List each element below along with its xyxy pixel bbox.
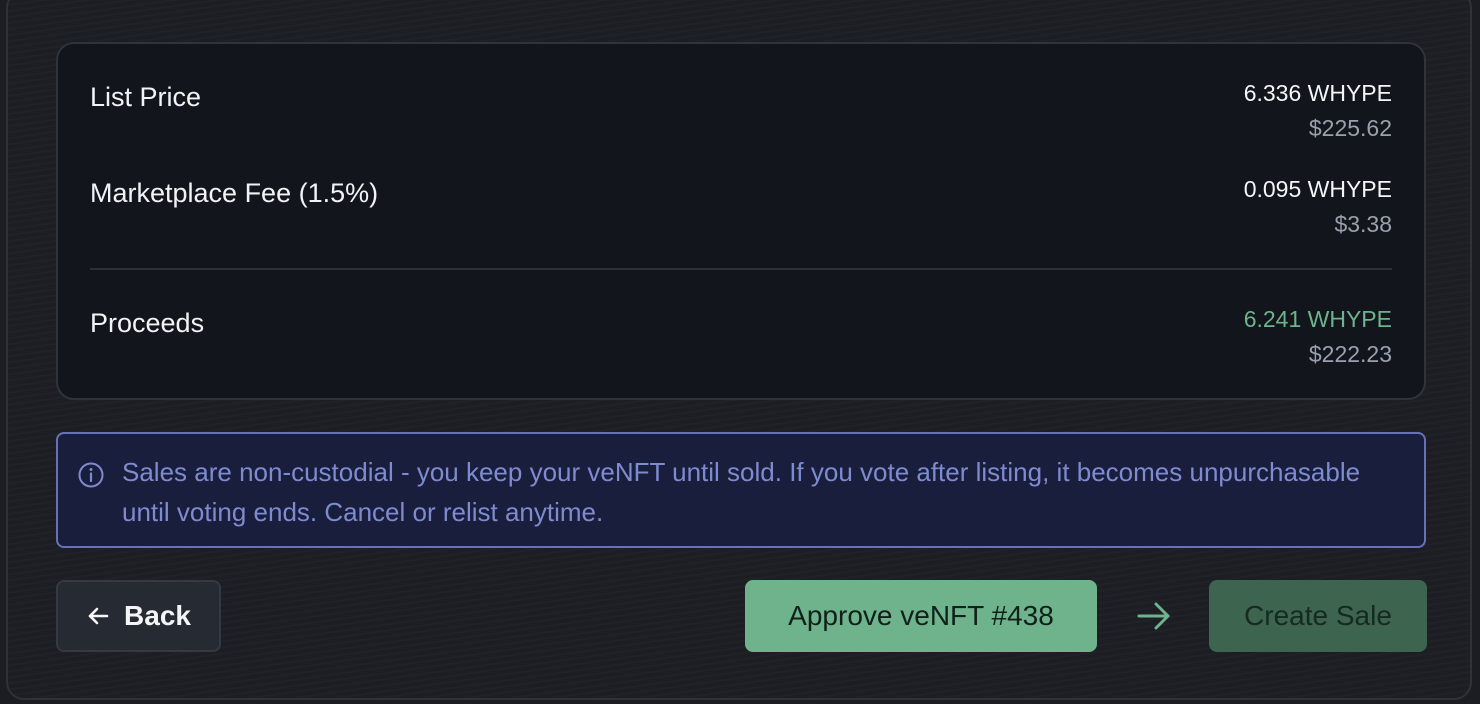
- info-notice: Sales are non-custodial - you keep your …: [56, 432, 1426, 548]
- proceeds-usd: $222.23: [1308, 341, 1392, 367]
- arrow-right-icon: [1137, 602, 1170, 630]
- proceeds-row: Proceeds 6.241 WHYPE $222.23: [90, 306, 1392, 388]
- proceeds-amount: 6.241 WHYPE: [1243, 306, 1392, 332]
- list-price-usd: $225.62: [1308, 115, 1392, 141]
- marketplace-fee-values: 0.095 WHYPE $3.38: [1244, 172, 1392, 242]
- list-price-amount: 6.336 WHYPE: [1243, 80, 1392, 106]
- marketplace-fee-amount: 0.095 WHYPE: [1243, 176, 1392, 202]
- arrow-left-icon: [88, 607, 109, 625]
- proceeds-label: Proceeds: [90, 308, 205, 338]
- info-notice-text: Sales are non-custodial - you keep your …: [122, 457, 1361, 527]
- create-sale-button[interactable]: Create Sale: [1209, 580, 1427, 652]
- list-price-row: List Price 6.336 WHYPE $225.62: [90, 80, 1392, 162]
- list-price-label: List Price: [90, 82, 202, 112]
- marketplace-fee-label: Marketplace Fee (1.5%): [90, 178, 379, 208]
- marketplace-fee-row: Marketplace Fee (1.5%) 0.095 WHYPE $3.38: [90, 176, 1392, 258]
- approve-button-label: Approve veNFT #438: [788, 600, 1054, 631]
- back-button[interactable]: Back: [56, 580, 221, 652]
- list-price-values: 6.336 WHYPE $225.62: [1244, 76, 1392, 146]
- proceeds-values: 6.241 WHYPE $222.23: [1244, 302, 1392, 372]
- sale-summary-card: List Price 6.336 WHYPE $225.62 Marketpla…: [56, 42, 1426, 400]
- create-sale-button-label: Create Sale: [1244, 600, 1392, 631]
- marketplace-fee-usd: $3.38: [1334, 211, 1392, 237]
- approve-venft-button[interactable]: Approve veNFT #438: [745, 580, 1097, 652]
- back-button-label: Back: [124, 600, 191, 631]
- info-icon: [78, 462, 104, 488]
- summary-divider: [90, 268, 1392, 270]
